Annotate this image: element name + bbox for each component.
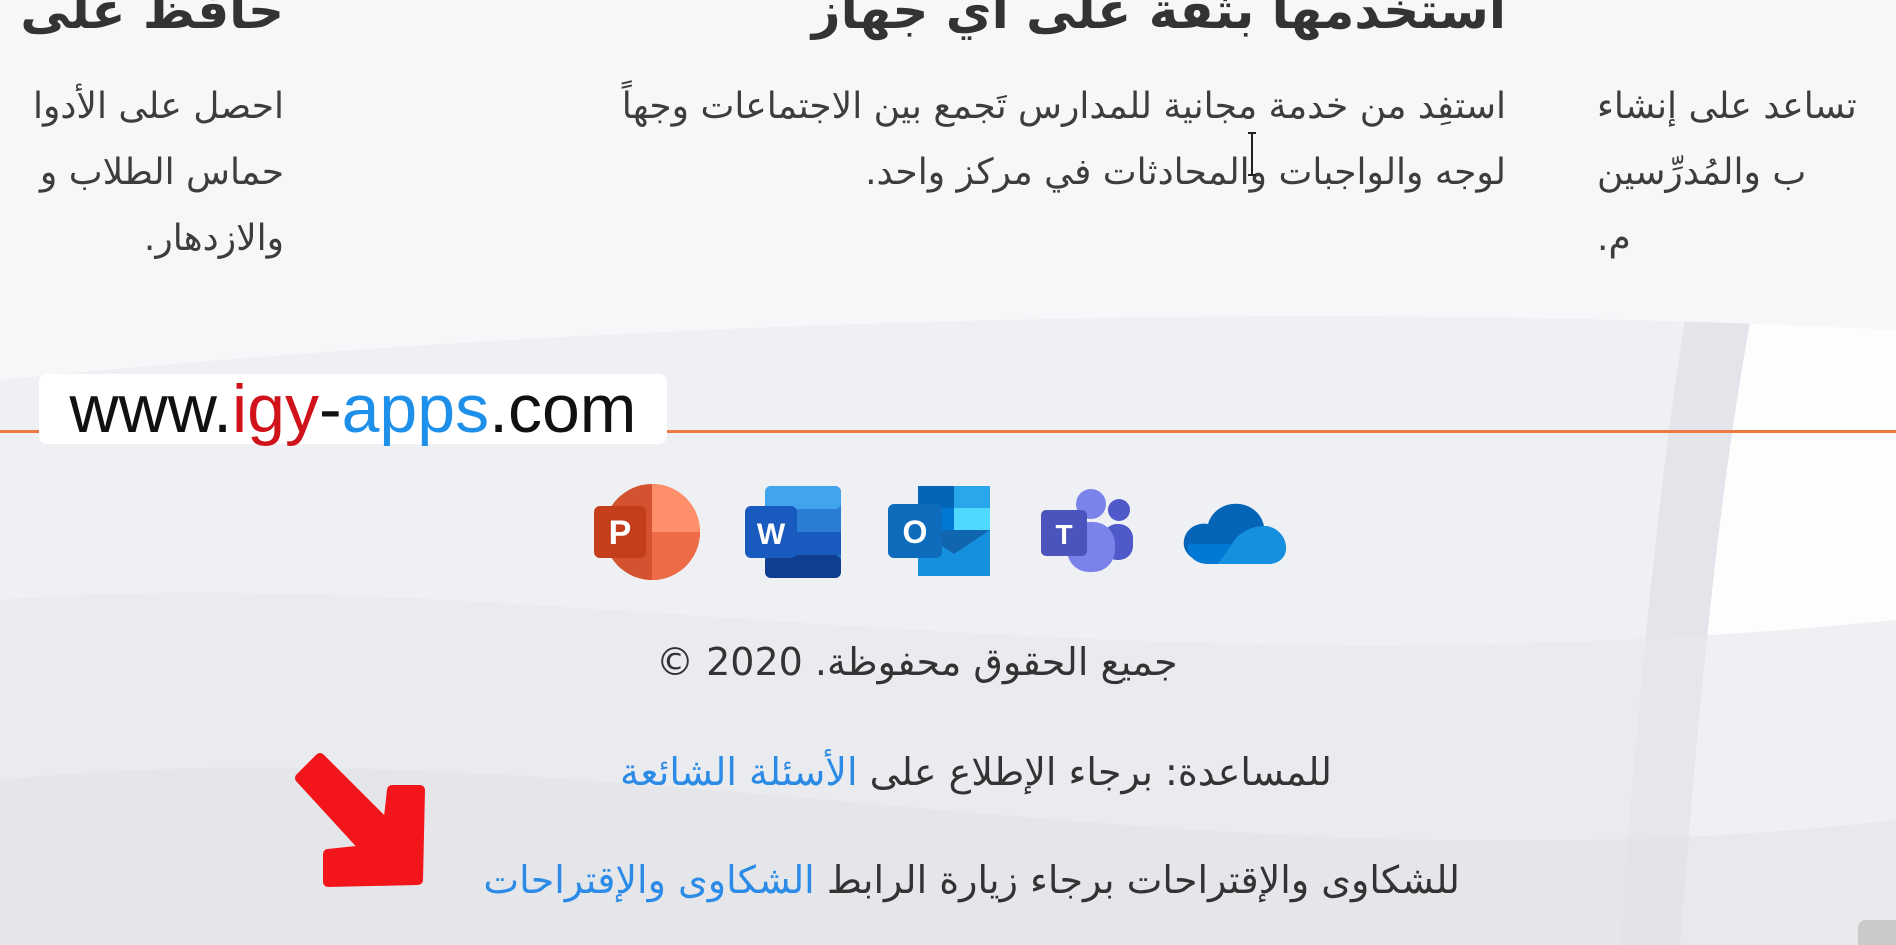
right-line-2: ب والمُدرِّسين [1597,152,1807,193]
word-app-link[interactable]: W [738,478,848,586]
copyright-text: جميع الحقوق محفوظة. 2020 © [656,640,1178,684]
text-cursor-icon [1248,132,1256,176]
complaints-line: للشكاوى والإقتراحات برجاء زيارة الرابط ا… [483,858,1460,902]
svg-text:P: P [609,514,632,552]
faq-link[interactable]: الأسئلة الشائعة [620,750,857,794]
right-line-1: تساعد على إنشاء [1597,86,1857,127]
complaints-text: للشكاوى والإقتراحات برجاء زيارة الرابط [814,858,1460,902]
onedrive-icon [1183,503,1286,564]
watermark-part1: igy [232,371,319,447]
watermark-dash: - [318,371,342,447]
watermark-url: www.igy-apps.com [39,374,667,444]
left-section-text: احصل على الأدوا حماس الطلاب و والازدهار. [33,74,284,272]
powerpoint-app-link[interactable]: P [590,478,702,586]
help-line: للمساعدة: برجاء الإطلاع على الأسئلة الشا… [620,750,1332,794]
left-line-2: حماس الطلاب و [39,152,284,193]
svg-text:T: T [1055,519,1072,550]
app-icons-row: P W O T [590,478,1290,586]
outlook-icon: O [888,486,990,576]
red-arrow-icon [295,753,425,887]
complaints-link[interactable]: الشكاوى والإقتراحات [483,858,814,902]
watermark-prefix: www. [69,371,233,447]
teams-icon: T [1041,489,1133,572]
right-section-text: تساعد على إنشاء ب والمُدرِّسين م. [1597,74,1857,272]
watermark-suffix: .com [489,371,637,447]
word-icon: W [745,486,841,578]
corner-thumbnail [1858,920,1896,945]
svg-text:O: O [903,514,928,550]
onedrive-app-link[interactable] [1178,478,1290,586]
left-line-1: احصل على الأدوا [33,86,284,127]
powerpoint-icon: P [594,484,700,580]
watermark-part2: apps [341,371,490,447]
center-line-1: استفِد من خدمة مجانية للمدارس تَجمع بين … [621,86,1506,127]
center-section-text: استفِد من خدمة مجانية للمدارس تَجمع بين … [622,74,1506,206]
outlook-app-link[interactable]: O [884,478,996,586]
help-text: للمساعدة: برجاء الإطلاع على [857,750,1332,794]
left-section-heading: حافظ على [20,0,284,40]
right-line-3: م. [1597,218,1631,259]
left-line-3: والازدهار. [143,218,284,259]
svg-text:W: W [757,518,786,551]
center-line-2: لوجه والواجبات والمحادثات في مركز واحد. [865,152,1506,193]
teams-app-link[interactable]: T [1032,478,1142,586]
center-section-heading: استخدمها بثقة على أي جهاز [811,0,1506,40]
